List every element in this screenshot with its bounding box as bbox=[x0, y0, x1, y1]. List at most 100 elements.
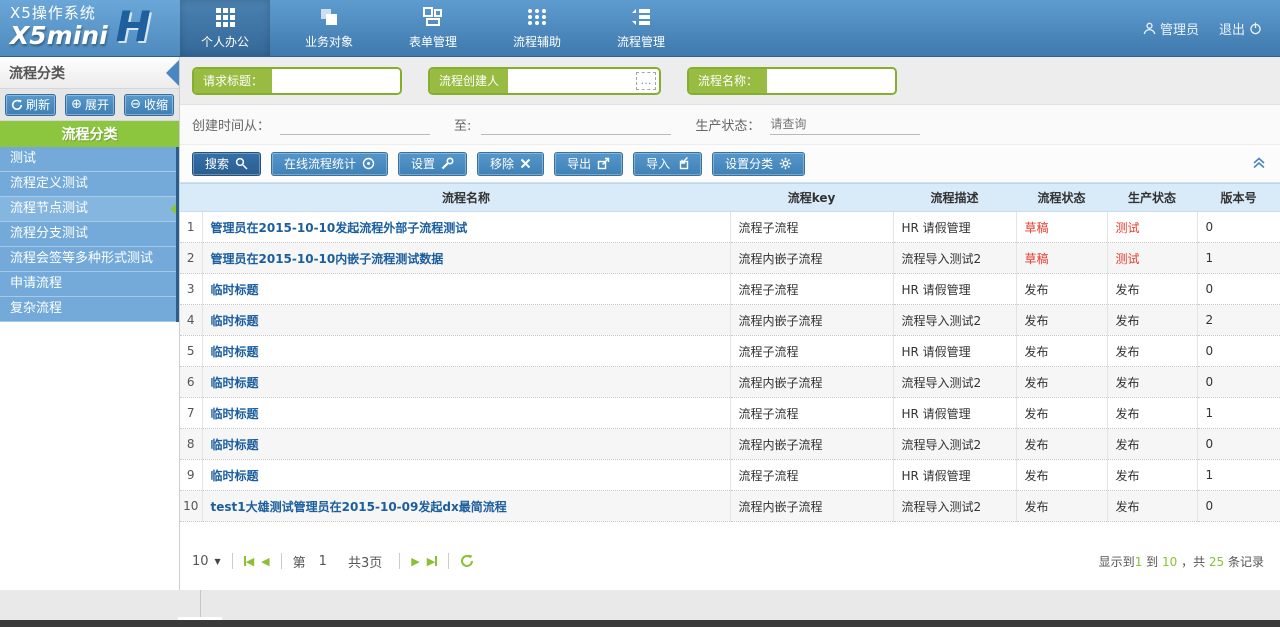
date-from-label: 创建时间从： bbox=[192, 115, 270, 134]
process-name-link[interactable]: test1大雄测试管理员在2015-10-09发起dx最简流程 bbox=[202, 491, 730, 522]
date-to-input[interactable] bbox=[481, 115, 671, 135]
search-button[interactable]: 搜索 bbox=[192, 152, 261, 176]
prod-status: 发布 bbox=[1107, 336, 1197, 367]
sidebar-item-test[interactable]: 测试 bbox=[0, 147, 176, 172]
item-label: 申请流程 bbox=[10, 276, 62, 291]
process-key: 流程子流程 bbox=[730, 212, 893, 243]
table-row[interactable]: 10 test1大雄测试管理员在2015-10-09发起dx最简流程 流程内嵌子… bbox=[180, 491, 1280, 522]
table-row[interactable]: 8 临时标题 流程内嵌子流程 流程导入测试2 发布 发布 0 bbox=[180, 429, 1280, 460]
process-desc: HR 请假管理 bbox=[893, 212, 1016, 243]
tab-business-object[interactable]: 业务对象 bbox=[284, 0, 374, 56]
logout-button[interactable]: 退出 bbox=[1219, 19, 1262, 38]
table-row[interactable]: 9 临时标题 流程子流程 HR 请假管理 发布 发布 1 bbox=[180, 460, 1280, 491]
process-name-link[interactable]: 临时标题 bbox=[202, 429, 730, 460]
settings-button[interactable]: 设置 bbox=[398, 152, 467, 176]
dots-grid-icon bbox=[526, 6, 548, 28]
table-row[interactable]: 7 临时标题 流程子流程 HR 请假管理 发布 发布 1 bbox=[180, 398, 1280, 429]
summary-text: ，共 bbox=[1177, 555, 1209, 569]
last-page-button[interactable]: ▶ bbox=[427, 555, 437, 568]
process-name-label: 流程名称： bbox=[689, 69, 767, 93]
sidebar-item-process-node-test[interactable]: 流程节点测试 bbox=[0, 197, 176, 222]
export-button[interactable]: 导出 bbox=[554, 152, 623, 176]
current-user[interactable]: 管理员 bbox=[1143, 19, 1199, 38]
remove-button[interactable]: 移除 bbox=[477, 152, 544, 176]
version: 0 bbox=[1197, 274, 1280, 305]
process-name-link[interactable]: 管理员在2015-10-10内嵌子流程测试数据 bbox=[202, 243, 730, 274]
reload-table-button[interactable] bbox=[460, 554, 474, 568]
process-name-link[interactable]: 管理员在2015-10-10发起流程外部子流程测试 bbox=[202, 212, 730, 243]
category-group-header: 流程分类 bbox=[0, 121, 179, 147]
app-title: X5操作系统 bbox=[10, 5, 108, 22]
button-label: 在线流程统计 bbox=[284, 155, 356, 172]
process-name-link[interactable]: 临时标题 bbox=[202, 367, 730, 398]
button-label: 导出 bbox=[567, 155, 591, 172]
version: 0 bbox=[1197, 212, 1280, 243]
app-subtitle: X5mini bbox=[10, 22, 108, 51]
online-process-stats-button[interactable]: 在线流程统计 bbox=[271, 152, 388, 176]
tab-process-management[interactable]: 流程管理 bbox=[596, 0, 686, 56]
prev-page-button[interactable]: ◀ bbox=[261, 555, 269, 568]
prod-status: 发布 bbox=[1107, 491, 1197, 522]
row-number: 1 bbox=[180, 212, 202, 243]
page-size-dropdown[interactable]: 10 ▼ bbox=[192, 554, 221, 569]
process-name-link[interactable]: 临时标题 bbox=[202, 398, 730, 429]
button-label: 导入 bbox=[646, 155, 670, 172]
date-to-label: 至: bbox=[454, 115, 471, 134]
chevron-down-icon: ▼ bbox=[215, 557, 221, 566]
process-desc: 流程导入测试2 bbox=[893, 429, 1016, 460]
table-row[interactable]: 2 管理员在2015-10-10内嵌子流程测试数据 流程内嵌子流程 流程导入测试… bbox=[180, 243, 1280, 274]
tab-process-assist[interactable]: 流程辅助 bbox=[492, 0, 582, 56]
process-desc: HR 请假管理 bbox=[893, 398, 1016, 429]
table-row[interactable]: 1 管理员在2015-10-10发起流程外部子流程测试 流程子流程 HR 请假管… bbox=[180, 212, 1280, 243]
request-title-field: 请求标题： bbox=[192, 67, 402, 95]
process-name-link[interactable]: 临时标题 bbox=[202, 274, 730, 305]
date-from-input[interactable] bbox=[280, 115, 430, 135]
first-page-button[interactable]: ◀ bbox=[244, 555, 254, 568]
col-prod-status: 生产状态 bbox=[1107, 184, 1197, 212]
refresh-button[interactable]: 刷新 bbox=[5, 94, 56, 116]
sidebar-item-apply-process[interactable]: 申请流程 bbox=[0, 272, 176, 297]
sidebar-item-process-definition-test[interactable]: 流程定义测试 bbox=[0, 172, 176, 197]
divider bbox=[399, 553, 400, 569]
process-name-link[interactable]: 临时标题 bbox=[202, 305, 730, 336]
process-key: 流程子流程 bbox=[730, 398, 893, 429]
process-name-link[interactable]: 临时标题 bbox=[202, 460, 730, 491]
table-row[interactable]: 5 临时标题 流程子流程 HR 请假管理 发布 发布 0 bbox=[180, 336, 1280, 367]
table-row[interactable]: 4 临时标题 流程内嵌子流程 流程导入测试2 发布 发布 2 bbox=[180, 305, 1280, 336]
creator-picker-button[interactable]: … bbox=[636, 72, 656, 90]
col-empty bbox=[180, 184, 202, 212]
left-sidebar: 流程分类 刷新 ⊕ 展开 ⊖ 收缩 流程分类 测试 流程定义测试 流程 bbox=[0, 57, 180, 590]
summary-text: 显示到 bbox=[1099, 555, 1135, 569]
request-title-label: 请求标题： bbox=[194, 69, 272, 93]
process-name-link[interactable]: 临时标题 bbox=[202, 336, 730, 367]
item-label: 流程分支测试 bbox=[10, 226, 88, 241]
expand-button[interactable]: ⊕ 展开 bbox=[65, 94, 115, 116]
table-row[interactable]: 3 临时标题 流程子流程 HR 请假管理 发布 发布 0 bbox=[180, 274, 1280, 305]
divider bbox=[448, 553, 449, 569]
sidebar-item-complex-process[interactable]: 复杂流程 bbox=[0, 297, 176, 322]
panel-title: 流程分类 bbox=[9, 63, 65, 83]
process-creator-input[interactable] bbox=[508, 69, 636, 93]
power-icon bbox=[1249, 22, 1262, 35]
sidebar-item-countersign-test[interactable]: 流程会签等多种形式测试 bbox=[0, 247, 176, 272]
process-name-input[interactable] bbox=[767, 69, 895, 93]
expand-icon: ⊕ bbox=[71, 98, 82, 111]
version: 0 bbox=[1197, 429, 1280, 460]
tab-form-management[interactable]: 表单管理 bbox=[388, 0, 478, 56]
request-title-input[interactable] bbox=[272, 69, 400, 93]
tab-personal-office[interactable]: 个人办公 bbox=[180, 0, 270, 56]
collapse-button[interactable]: ⊖ 收缩 bbox=[124, 94, 174, 116]
prod-status-input[interactable] bbox=[770, 115, 920, 135]
tab-label: 表单管理 bbox=[409, 33, 457, 50]
set-category-button[interactable]: 设置分类 bbox=[712, 152, 805, 176]
import-button[interactable]: 导入 bbox=[633, 152, 702, 176]
table-row[interactable]: 6 临时标题 流程内嵌子流程 流程导入测试2 发布 发布 0 bbox=[180, 367, 1280, 398]
panel-collapse-arrow-icon[interactable] bbox=[166, 60, 179, 86]
summary-text: 到 bbox=[1142, 555, 1162, 569]
next-page-button[interactable]: ▶ bbox=[411, 555, 419, 568]
user-name: 管理员 bbox=[1160, 19, 1199, 38]
collapse-search-panel-button[interactable] bbox=[1252, 157, 1266, 169]
sidebar-item-process-branch-test[interactable]: 流程分支测试 bbox=[0, 222, 176, 247]
import-icon bbox=[676, 157, 689, 170]
current-page-input[interactable]: 1 bbox=[319, 554, 327, 569]
